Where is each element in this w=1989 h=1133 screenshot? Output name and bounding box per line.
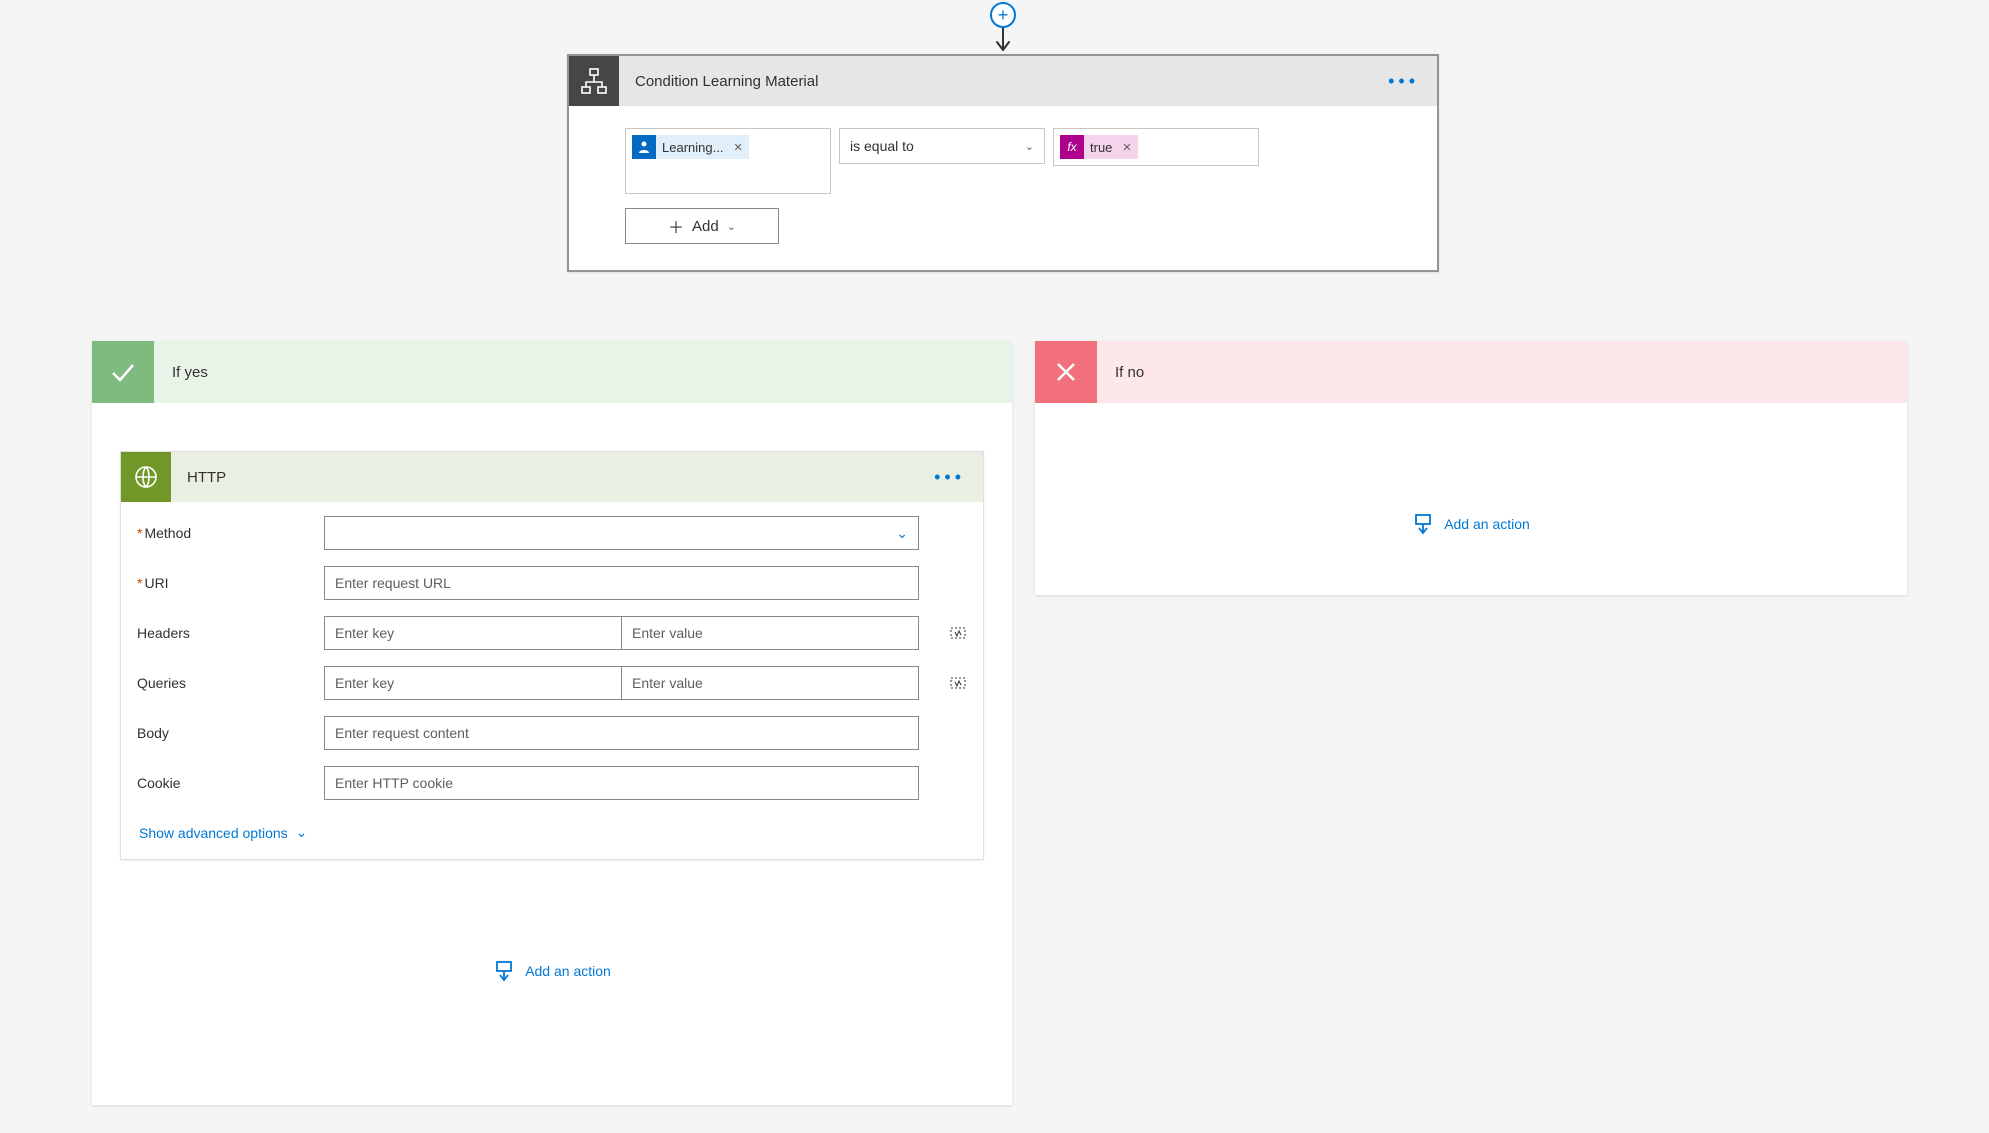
chevron-down-icon: ⌄ [896, 525, 908, 542]
if-yes-title: If yes [154, 364, 208, 381]
chevron-down-icon: ⌄ [1025, 140, 1034, 153]
queries-label: Queries [137, 675, 312, 691]
token-source-icon [632, 135, 656, 159]
condition-expression-row: Learning... ✕ is equal to ⌄ fx true ✕ [625, 128, 1381, 194]
http-action-card: HTTP ••• *Method ⌄ *URI [120, 451, 984, 860]
operator-label: is equal to [850, 138, 914, 154]
cookie-label: Cookie [137, 775, 312, 791]
if-yes-branch: If yes HTTP ••• *Method ⌄ [92, 341, 1012, 1105]
condition-more-menu[interactable]: ••• [1370, 71, 1437, 92]
fx-icon: fx [1060, 135, 1084, 159]
headers-label: Headers [137, 625, 312, 641]
method-select[interactable]: ⌄ [324, 516, 919, 550]
if-no-title: If no [1097, 364, 1144, 381]
chevron-down-icon: ⌄ [296, 824, 308, 841]
condition-header[interactable]: Condition Learning Material ••• [569, 56, 1437, 106]
uri-input[interactable] [324, 566, 919, 600]
condition-left-operand[interactable]: Learning... ✕ [625, 128, 831, 194]
dynamic-content-token-learning[interactable]: Learning... ✕ [632, 135, 749, 159]
http-more-menu[interactable]: ••• [916, 467, 983, 488]
uri-label: *URI [137, 575, 312, 591]
close-icon [1035, 341, 1097, 403]
show-advanced-options-link[interactable]: Show advanced options ⌄ [137, 824, 307, 841]
flow-arrow-icon [996, 28, 1010, 54]
condition-body: Learning... ✕ is equal to ⌄ fx true ✕ ＋ … [569, 106, 1437, 270]
method-label: *Method [137, 525, 312, 541]
http-action-body: *Method ⌄ *URI [121, 502, 983, 859]
body-input[interactable] [324, 716, 919, 750]
condition-title: Condition Learning Material [619, 73, 1370, 90]
headers-value-input[interactable] [621, 616, 919, 650]
chevron-down-icon: ⌄ [727, 220, 736, 233]
globe-icon [121, 452, 171, 502]
add-action-yes-button[interactable]: Add an action [120, 960, 984, 982]
http-action-title: HTTP [171, 469, 916, 486]
if-no-header: If no [1035, 341, 1907, 403]
http-action-header[interactable]: HTTP ••• [121, 452, 983, 502]
plus-icon: ＋ [668, 214, 684, 238]
if-no-branch: If no Add an action [1035, 341, 1907, 595]
queries-text-mode-button[interactable] [945, 670, 971, 696]
queries-value-input[interactable] [621, 666, 919, 700]
token-remove-icon[interactable]: ✕ [1122, 141, 1131, 154]
if-yes-body: HTTP ••• *Method ⌄ *URI [92, 403, 1012, 1022]
headers-key-input[interactable] [324, 616, 621, 650]
condition-right-operand[interactable]: fx true ✕ [1053, 128, 1259, 166]
token-label: true [1090, 140, 1112, 155]
condition-operator-select[interactable]: is equal to ⌄ [839, 128, 1045, 164]
headers-text-mode-button[interactable] [945, 620, 971, 646]
add-action-icon [493, 960, 515, 982]
queries-key-input[interactable] [324, 666, 621, 700]
token-remove-icon[interactable]: ✕ [733, 141, 742, 154]
expression-token-true[interactable]: fx true ✕ [1060, 135, 1138, 159]
if-no-body: Add an action [1035, 403, 1907, 575]
condition-card: Condition Learning Material ••• Learning… [567, 54, 1439, 272]
add-action-icon [1412, 513, 1434, 535]
token-label: Learning... [662, 140, 723, 155]
add-label: Add [692, 218, 719, 235]
insert-step-button[interactable]: + [990, 2, 1016, 28]
add-condition-button[interactable]: ＋ Add ⌄ [625, 208, 779, 244]
body-label: Body [137, 725, 312, 741]
checkmark-icon [92, 341, 154, 403]
cookie-input[interactable] [324, 766, 919, 800]
condition-icon [569, 56, 619, 106]
if-yes-header: If yes [92, 341, 1012, 403]
add-action-no-button[interactable]: Add an action [1063, 513, 1879, 535]
